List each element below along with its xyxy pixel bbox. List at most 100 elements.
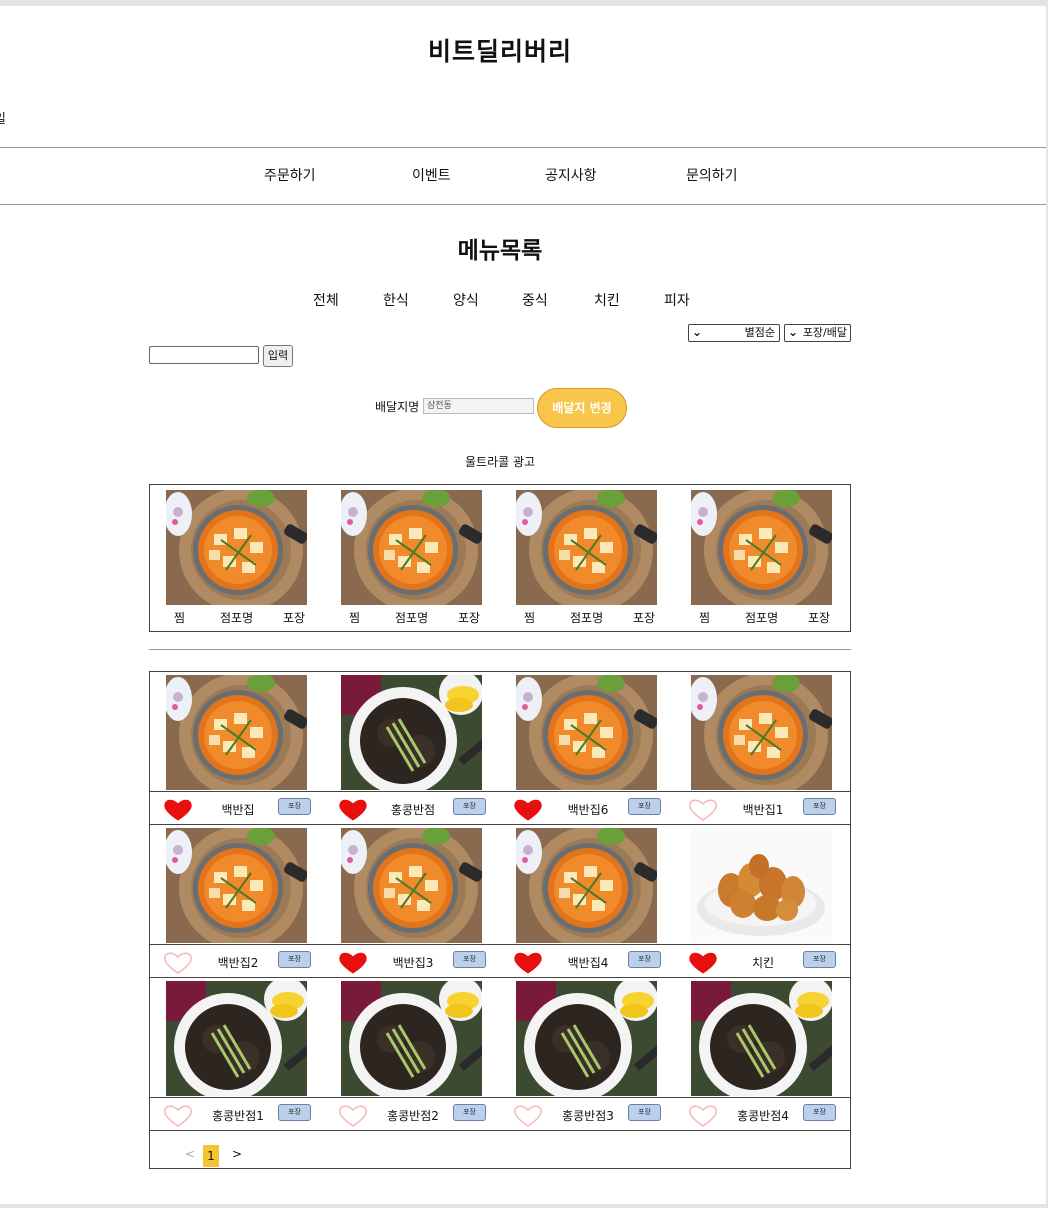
store-name[interactable]: 홍콩반점1: [198, 1107, 278, 1124]
food-image[interactable]: [691, 828, 832, 943]
pack-button[interactable]: 포장: [453, 798, 486, 815]
food-image[interactable]: [691, 675, 832, 790]
store-row: 백반집2 포장 백반집3 포장 백반집4 포장 치킨 포장: [150, 825, 850, 978]
type-select[interactable]: ⌄ 포장/배달: [784, 324, 851, 342]
ad-card[interactable]: 찜 점포명 포장: [150, 485, 325, 631]
store-name[interactable]: 치킨: [723, 954, 803, 971]
food-image[interactable]: [166, 675, 307, 790]
food-image[interactable]: [691, 981, 832, 1096]
food-image[interactable]: [341, 490, 482, 605]
pack-label[interactable]: 포장: [633, 609, 655, 626]
food-image[interactable]: [516, 981, 657, 1096]
nav-order[interactable]: 주문하기: [264, 165, 316, 185]
category-pizza[interactable]: 피자: [664, 290, 690, 310]
like-label[interactable]: 찜: [524, 609, 535, 626]
food-image[interactable]: [516, 828, 657, 943]
address-label: 배달지명: [375, 400, 420, 414]
next-page-button[interactable]: >: [232, 1147, 242, 1161]
category-chicken[interactable]: 치킨: [594, 290, 620, 310]
pack-label[interactable]: 포장: [458, 609, 480, 626]
heart-filled-icon[interactable]: [337, 798, 369, 822]
pack-label[interactable]: 포장: [808, 609, 830, 626]
heart-filled-icon[interactable]: [512, 798, 544, 822]
pack-button[interactable]: 포장: [628, 1104, 661, 1121]
store-name[interactable]: 홍콩반점2: [373, 1107, 453, 1124]
food-image[interactable]: [166, 828, 307, 943]
food-image[interactable]: [166, 981, 307, 1096]
heart-outline-icon[interactable]: [162, 1104, 194, 1128]
store-name[interactable]: 홍콩반점: [373, 801, 453, 818]
site-title[interactable]: 비트딜리버리: [0, 32, 1000, 68]
store-name[interactable]: 홍콩반점4: [723, 1107, 803, 1124]
heart-outline-icon[interactable]: [512, 1104, 544, 1128]
store-card[interactable]: 홍콩반점3 포장: [500, 978, 675, 1130]
nav-notice[interactable]: 공지사항: [545, 165, 597, 185]
store-card[interactable]: 백반집 포장: [150, 672, 325, 824]
ad-card[interactable]: 찜 점포명 포장: [500, 485, 675, 631]
store-card[interactable]: 홍콩반점4 포장: [675, 978, 850, 1130]
pack-button[interactable]: 포장: [278, 1104, 311, 1121]
like-label[interactable]: 찜: [699, 609, 710, 626]
store-card[interactable]: 백반집4 포장: [500, 825, 675, 977]
store-name[interactable]: 홍콩반점3: [548, 1107, 628, 1124]
store-card[interactable]: 치킨 포장: [675, 825, 850, 977]
address-field[interactable]: 삼전동: [423, 398, 534, 414]
category-all[interactable]: 전체: [313, 290, 339, 310]
store-name[interactable]: 백반집3: [373, 954, 453, 971]
store-card[interactable]: 홍콩반점1 포장: [150, 978, 325, 1130]
nav-event[interactable]: 이벤트: [412, 165, 451, 185]
pack-button[interactable]: 포장: [628, 951, 661, 968]
food-image[interactable]: [341, 675, 482, 790]
store-name[interactable]: 백반집4: [548, 954, 628, 971]
food-image[interactable]: [516, 675, 657, 790]
pack-label[interactable]: 포장: [283, 609, 305, 626]
cut-off-text: 일: [0, 108, 6, 127]
prev-page-button[interactable]: <: [185, 1147, 195, 1161]
heart-outline-icon[interactable]: [687, 798, 719, 822]
store-card[interactable]: 홍콩반점2 포장: [325, 978, 500, 1130]
store-card[interactable]: 백반집1 포장: [675, 672, 850, 824]
heart-outline-icon[interactable]: [162, 951, 194, 975]
food-image[interactable]: [341, 828, 482, 943]
search-input[interactable]: [149, 346, 259, 364]
sort-select[interactable]: ⌄ 별점순: [688, 324, 780, 342]
like-label[interactable]: 찜: [349, 609, 360, 626]
pack-button[interactable]: 포장: [803, 1104, 836, 1121]
heart-outline-icon[interactable]: [687, 1104, 719, 1128]
pack-button[interactable]: 포장: [628, 798, 661, 815]
store-name[interactable]: 백반집: [198, 801, 278, 818]
food-image[interactable]: [166, 490, 307, 605]
pack-button[interactable]: 포장: [278, 798, 311, 815]
pack-button[interactable]: 포장: [803, 798, 836, 815]
store-card[interactable]: 백반집6 포장: [500, 672, 675, 824]
pack-button[interactable]: 포장: [803, 951, 836, 968]
heart-filled-icon[interactable]: [687, 951, 719, 975]
ad-card[interactable]: 찜 점포명 포장: [675, 485, 850, 631]
change-address-button[interactable]: 배달지 변경: [537, 388, 627, 428]
category-western[interactable]: 양식: [453, 290, 479, 310]
store-name[interactable]: 백반집6: [548, 801, 628, 818]
heart-filled-icon[interactable]: [337, 951, 369, 975]
pack-button[interactable]: 포장: [453, 951, 486, 968]
category-chinese[interactable]: 중식: [522, 290, 548, 310]
pack-button[interactable]: 포장: [278, 951, 311, 968]
store-card[interactable]: 백반집3 포장: [325, 825, 500, 977]
food-image[interactable]: [691, 490, 832, 605]
page-1-button[interactable]: 1: [203, 1145, 219, 1167]
store-card[interactable]: 백반집2 포장: [150, 825, 325, 977]
ad-card[interactable]: 찜 점포명 포장: [325, 485, 500, 631]
heart-filled-icon[interactable]: [162, 798, 194, 822]
food-image[interactable]: [341, 981, 482, 1096]
like-label[interactable]: 찜: [174, 609, 185, 626]
pack-button[interactable]: 포장: [453, 1104, 486, 1121]
store-name[interactable]: 백반집2: [198, 954, 278, 971]
search-button[interactable]: 입력: [263, 345, 293, 367]
category-korean[interactable]: 한식: [383, 290, 409, 310]
store-name[interactable]: 백반집1: [723, 801, 803, 818]
store-card[interactable]: 홍콩반점 포장: [325, 672, 500, 824]
heart-outline-icon[interactable]: [337, 1104, 369, 1128]
food-image[interactable]: [516, 490, 657, 605]
store-row: 홍콩반점1 포장 홍콩반점2 포장 홍콩반점3 포장 홍콩반점4 포장: [150, 978, 850, 1131]
heart-filled-icon[interactable]: [512, 951, 544, 975]
nav-inquiry[interactable]: 문의하기: [686, 165, 738, 185]
